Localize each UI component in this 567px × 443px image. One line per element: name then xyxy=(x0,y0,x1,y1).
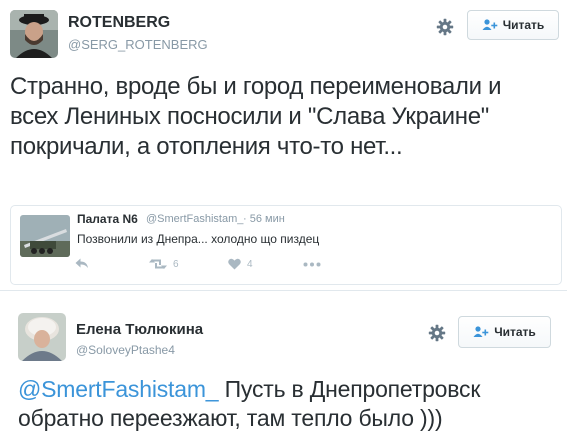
gear-icon[interactable] xyxy=(433,15,457,39)
mention-link[interactable]: @SmertFashistam_ xyxy=(18,376,219,402)
quoted-tweet[interactable]: Палата N6 @SmertFashistam_ · 56 мин Позв… xyxy=(10,205,562,285)
retweet-action[interactable]: 6 xyxy=(149,258,179,270)
follow-person-icon xyxy=(482,19,497,30)
quoted-timestamp[interactable]: · 56 мин xyxy=(243,213,285,225)
heart-icon xyxy=(228,258,241,270)
follow-label: Читать xyxy=(494,325,536,339)
avatar-photo-icon xyxy=(18,313,66,361)
tweet-rotenberg: ROTENBERG @SERG_ROTENBERG Читать Странно… xyxy=(0,0,567,290)
more-actions[interactable] xyxy=(303,262,321,267)
display-name[interactable]: ROTENBERG xyxy=(68,14,170,32)
quoted-username[interactable]: @SmertFashistam_ xyxy=(146,213,243,225)
tweet-text: Странно, вроде бы и город переименовали … xyxy=(10,73,502,160)
reply-icon xyxy=(75,258,88,268)
tweet-tyulyukina: Елена Тюлюкина @SoloveyPtashe4 Читать @S… xyxy=(0,290,567,443)
retweet-icon xyxy=(149,259,167,269)
missile-launcher-photo-icon xyxy=(20,215,70,257)
tweet-text: @SmertFashistam_ Пусть в Днепропетровск … xyxy=(18,375,538,433)
retweet-count: 6 xyxy=(173,258,179,270)
gear-icon[interactable] xyxy=(425,321,449,345)
follow-button[interactable]: Читать xyxy=(467,10,559,40)
username[interactable]: @SERG_ROTENBERG xyxy=(68,37,208,52)
display-name[interactable]: Елена Тюлюкина xyxy=(76,321,203,338)
follow-person-icon xyxy=(473,326,489,337)
follow-button[interactable]: Читать xyxy=(458,316,551,348)
quoted-display-name[interactable]: Палата N6 xyxy=(77,212,138,226)
avatar-photo-icon xyxy=(10,10,58,58)
quoted-text: Позвонили из Днепра... холодно що пиздец xyxy=(77,232,320,246)
like-count: 4 xyxy=(247,258,253,270)
avatar[interactable] xyxy=(10,10,58,58)
quoted-media[interactable] xyxy=(20,215,70,257)
username[interactable]: @SoloveyPtashe4 xyxy=(76,343,175,357)
more-dots-icon xyxy=(303,262,321,267)
reply-action[interactable] xyxy=(75,258,89,269)
follow-label: Читать xyxy=(502,18,545,32)
like-action[interactable]: 4 xyxy=(228,258,253,270)
avatar[interactable] xyxy=(18,313,66,361)
